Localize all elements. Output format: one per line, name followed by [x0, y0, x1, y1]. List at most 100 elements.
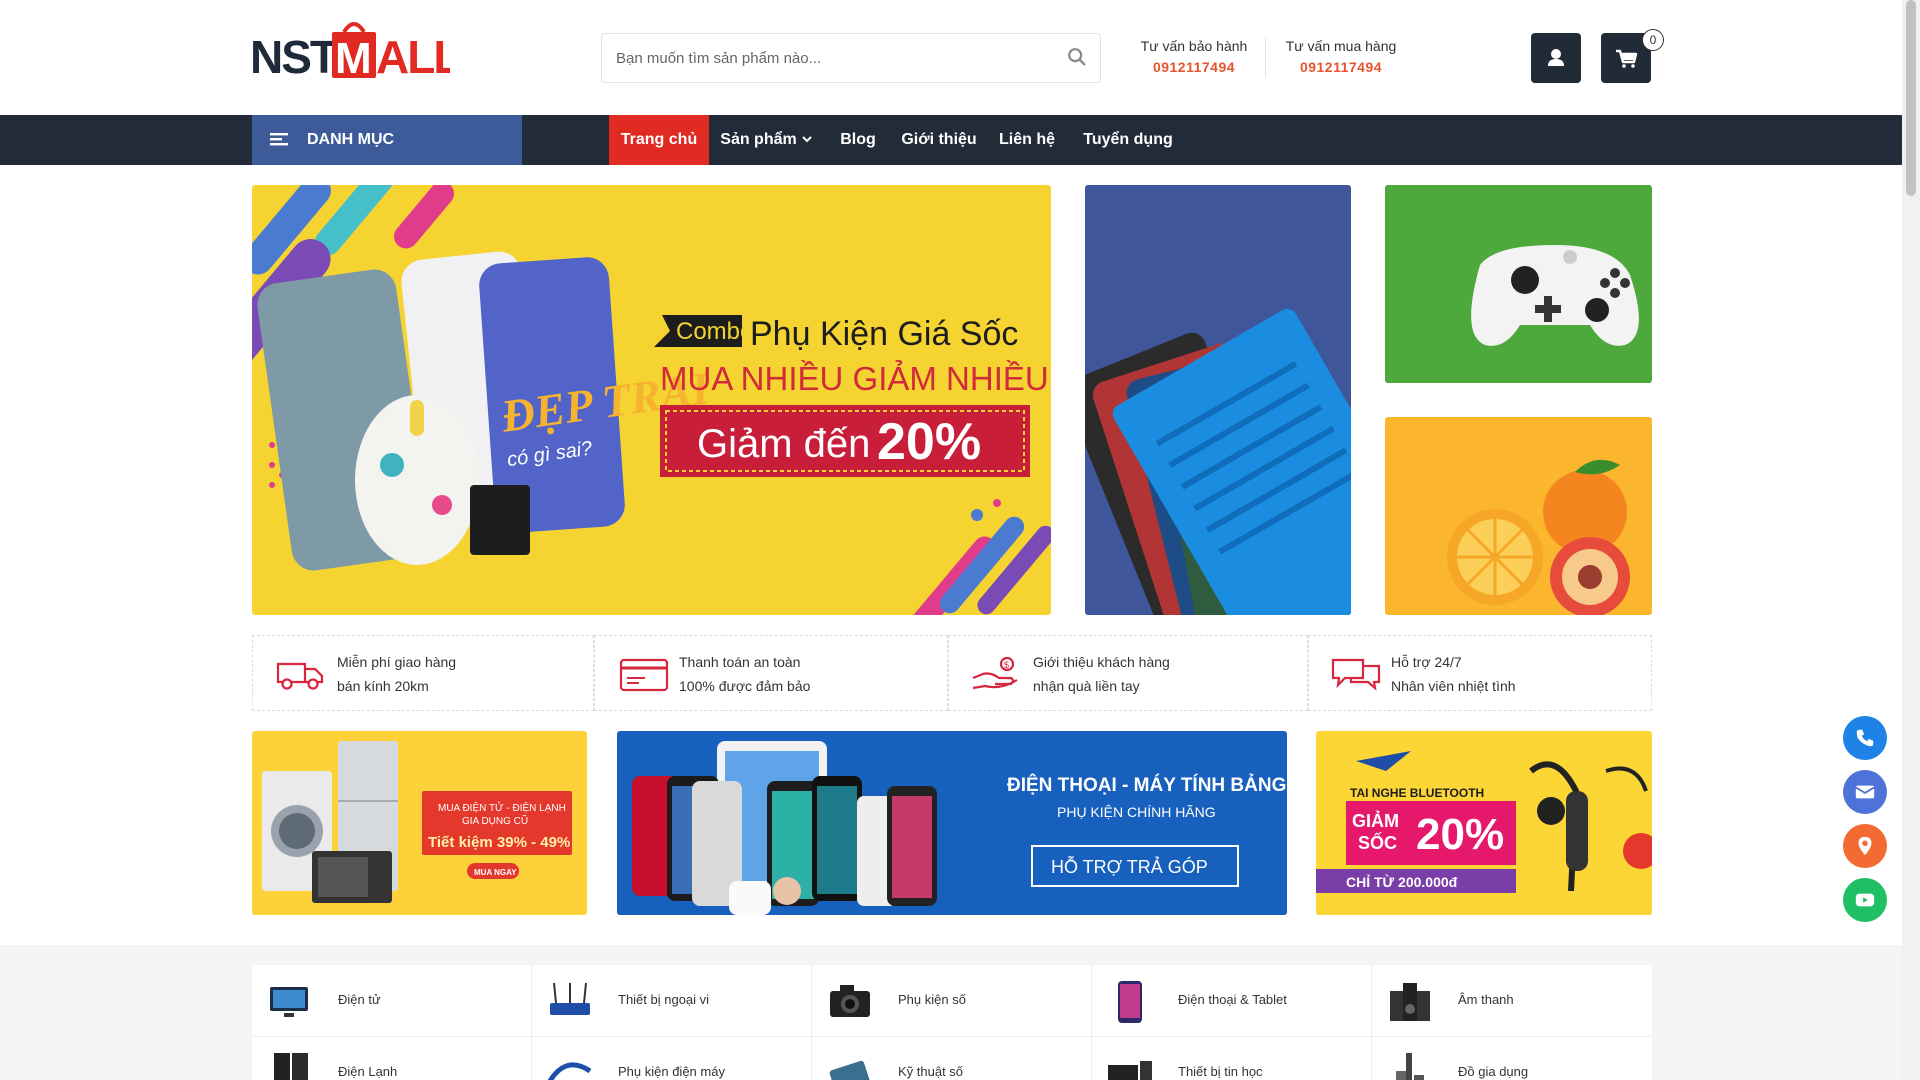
category-label: Kỹ thuật số: [898, 1064, 964, 1079]
phone-promo-artwork: ĐIỆN THOẠI - MÁY TÍNH BẢNG PHỤ KIỆN CHÍN…: [632, 741, 1286, 915]
hero-banner[interactable]: ĐẸP TRAI có gì sai? Combo Phụ Kiện Giá S…: [252, 185, 1051, 615]
youtube-icon: [1855, 893, 1875, 907]
nav-recruitment-label: Tuyển dụng: [1083, 131, 1173, 148]
category-peripherals[interactable]: Thiết bị ngoại vi: [532, 965, 812, 1037]
category-menu-button[interactable]: DANH MỤC: [252, 115, 522, 165]
chevron-down-icon: [802, 136, 812, 143]
promo-left-line2: GIA DỤNG CŨ: [462, 814, 528, 827]
category-label: Điện thoại & Tablet: [1178, 992, 1287, 1007]
nav-home[interactable]: Trang chủ: [609, 115, 709, 165]
policy-support: Hỗ trợ 24/7 Nhân viên nhiệt tình: [1308, 635, 1652, 711]
policy-referral: $ Giới thiệu khách hàng nhận quà liền ta…: [948, 635, 1308, 711]
youtube-button[interactable]: [1843, 878, 1887, 922]
promo-right-discount: 20%: [1416, 810, 1504, 859]
phone-icon: [1856, 729, 1874, 747]
cart-count-badge: 0: [1642, 29, 1664, 51]
appliance-promo-artwork: MUA ĐIỆN TỬ - ĐIỆN LẠNH GIA DỤNG CŨ Tiết…: [262, 741, 572, 903]
policy-line2: bán kính 20km: [337, 678, 429, 694]
truck-icon: [276, 662, 324, 690]
call-button[interactable]: [1843, 716, 1887, 760]
category-electronics[interactable]: Điện tử: [252, 965, 532, 1037]
tv-icon: [270, 987, 308, 1017]
headphone-promo-banner[interactable]: TAI NGHE BLUETOOTH GIẢM SỐC 20% CHỈ TỪ 2…: [1316, 731, 1652, 915]
category-digital-accessories[interactable]: Phụ kiện số: [812, 965, 1092, 1037]
fridge-icon: [274, 1053, 308, 1080]
policy-support-text: Hỗ trợ 24/7 Nhân viên nhiệt tình: [1391, 650, 1516, 698]
sales-hotline[interactable]: Tư vấn mua hàng 0912117494: [1276, 36, 1406, 78]
gamepad-artwork: [1471, 245, 1639, 346]
hero-tag: Combo: [676, 318, 753, 345]
card-icon: [619, 658, 669, 692]
category-refrigeration[interactable]: Điện Lạnh: [252, 1037, 532, 1080]
site-header: NSTMALL NST M ALL Tư vấn bảo hành 091211…: [0, 0, 1902, 115]
map-pin-icon: [1858, 836, 1872, 856]
policy-line1: Miễn phí giao hàng: [337, 654, 457, 670]
hero-subtitle: MUA NHIỀU GIẢM NHIỀU: [660, 360, 1049, 397]
category-label: Âm thanh: [1458, 992, 1514, 1007]
menu-icon: [270, 133, 288, 146]
category-appliance-accessories[interactable]: Phụ kiện điện máy: [532, 1037, 812, 1080]
svg-text:$: $: [1004, 660, 1009, 670]
phone-promo-banner[interactable]: ĐIỆN THOẠI - MÁY TÍNH BẢNG PHỤ KIỆN CHÍN…: [617, 731, 1287, 915]
policy-line1: Hỗ trợ 24/7: [1391, 654, 1462, 670]
category-audio[interactable]: Âm thanh: [1372, 965, 1652, 1037]
sales-hotline-label: Tư vấn mua hàng: [1285, 38, 1397, 54]
category-phone-tablet[interactable]: Điện thoại & Tablet: [1092, 965, 1372, 1037]
category-digital-tech[interactable]: Kỹ thuật số: [812, 1037, 1092, 1080]
hand-gift-icon: $: [972, 656, 1018, 690]
nav-products-label: Sản phẩm: [720, 131, 797, 148]
category-label: Phụ kiện điện máy: [618, 1064, 725, 1079]
main-nav: DANH MỤC Trang chủ Sản phẩm Blog Giới th…: [0, 115, 1902, 165]
promo-center-title: ĐIỆN THOẠI - MÁY TÍNH BẢNG: [1007, 774, 1286, 796]
hero-discount-prefix: Giảm đến: [697, 422, 870, 466]
category-computer-equipment[interactable]: Thiết bị tin học: [1092, 1037, 1372, 1080]
svg-text:ALL: ALL: [376, 31, 450, 82]
email-button[interactable]: [1843, 770, 1887, 814]
promo-center-button: HỖ TRỢ TRẢ GÓP: [1051, 856, 1208, 877]
phone-icon: [1118, 981, 1142, 1023]
policy-line2: Nhân viên nhiệt tình: [1391, 678, 1516, 694]
cable-icon: [547, 1062, 592, 1080]
hotline-divider: [1265, 38, 1266, 78]
headphone-promo-artwork: TAI NGHE BLUETOOTH GIẢM SỐC 20% CHỈ TỪ 2…: [1316, 751, 1652, 893]
promo-left-button: MUA NGAY: [474, 868, 517, 877]
policy-line2: 100% được đảm bảo: [679, 678, 811, 694]
nav-products[interactable]: Sản phẩm: [716, 115, 816, 165]
appliance-promo-banner[interactable]: MUA ĐIỆN TỬ - ĐIỆN LẠNH GIA DỤNG CŨ Tiết…: [252, 731, 587, 915]
nav-about[interactable]: Giới thiệu: [898, 115, 980, 165]
nav-blog[interactable]: Blog: [832, 115, 884, 165]
chat-icon: [1331, 658, 1381, 691]
logo-text: NSTMALL: [250, 18, 251, 19]
promo-right-line3: SỐC: [1358, 832, 1397, 853]
policy-line1: Thanh toán an toàn: [679, 654, 801, 670]
account-button[interactable]: [1531, 33, 1581, 83]
nav-recruitment[interactable]: Tuyển dụng: [1080, 115, 1176, 165]
category-label: Phụ kiện số: [898, 992, 966, 1007]
category-label: Điện tử: [338, 992, 381, 1007]
page-scrollbar[interactable]: [1902, 0, 1920, 1080]
category-grid: Điện tử Thiết bị ngoại vi Phụ kiện số Đi…: [252, 965, 1652, 1080]
policy-bar: Miễn phí giao hàng bán kính 20km Thanh t…: [252, 635, 1652, 711]
search-button[interactable]: [1066, 46, 1090, 70]
logo[interactable]: NSTMALL NST M ALL: [250, 18, 450, 82]
category-household[interactable]: Đồ gia dụng: [1372, 1037, 1652, 1080]
policy-referral-text: Giới thiệu khách hàng nhận quà liền tay: [1033, 650, 1170, 698]
fruit-banner[interactable]: [1385, 417, 1652, 615]
warranty-hotline[interactable]: Tư vấn bảo hành 0912117494: [1132, 36, 1256, 78]
map-button[interactable]: [1843, 824, 1887, 868]
search-input[interactable]: [616, 34, 1046, 82]
router-icon: [550, 982, 590, 1015]
nav-contact[interactable]: Liên hệ: [996, 115, 1058, 165]
search-icon: [1068, 48, 1086, 66]
search-bar: [601, 33, 1101, 83]
category-section: Điện tử Thiết bị ngoại vi Phụ kiện số Đi…: [0, 945, 1902, 1080]
nav-home-label: Trang chủ: [620, 131, 698, 148]
gamepad-banner[interactable]: [1385, 185, 1652, 383]
nav-blog-label: Blog: [840, 131, 876, 148]
policy-free-shipping-text: Miễn phí giao hàng bán kính 20km: [337, 650, 456, 698]
scrollbar-thumb[interactable]: [1906, 0, 1916, 196]
appliance-icon: [1396, 1053, 1424, 1080]
promo-center-subtitle: PHỤ KIỆN CHÍNH HÃNG: [1057, 804, 1216, 820]
warranty-hotline-label: Tư vấn bảo hành: [1140, 38, 1248, 54]
keyboard-banner[interactable]: [1085, 185, 1351, 615]
